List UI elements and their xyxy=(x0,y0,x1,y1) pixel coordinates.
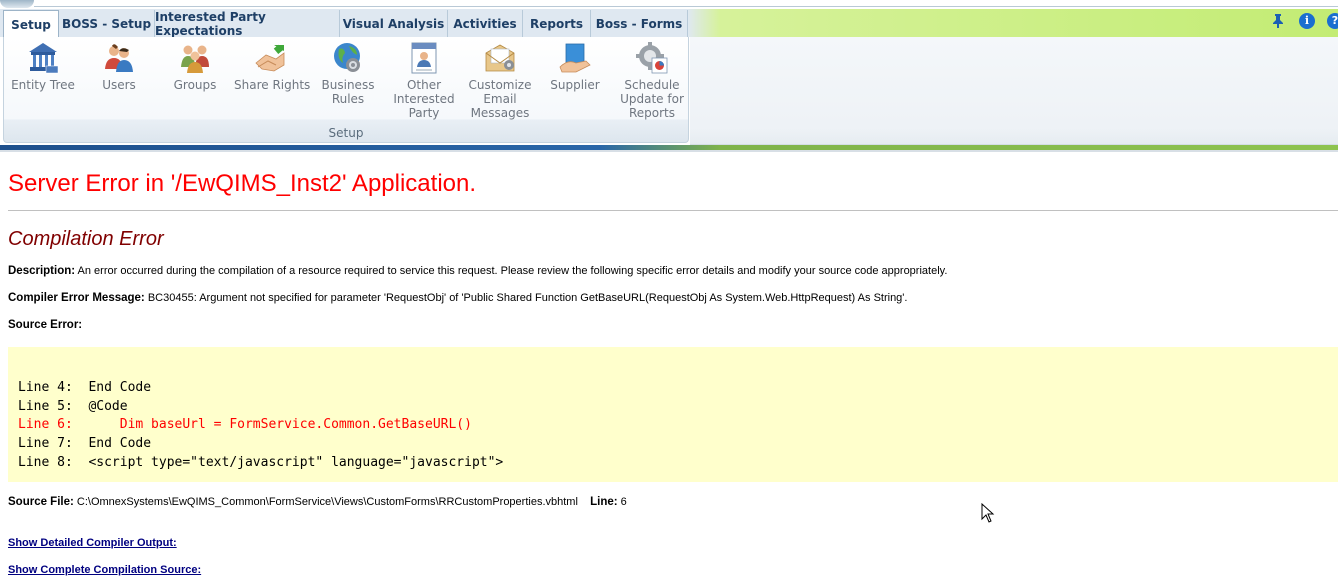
help-icon[interactable]: ? xyxy=(1327,13,1338,29)
info-icon[interactable]: i xyxy=(1299,13,1315,29)
supplier-button[interactable]: Supplier xyxy=(541,41,609,92)
groups-label: Groups xyxy=(173,78,217,92)
compiler-error-paragraph: Compiler Error Message: BC30455: Argumen… xyxy=(8,292,907,304)
ribbon-panel: Entity Tree Users Groups Share Rights Bu… xyxy=(0,37,1338,145)
error-subtitle: Compilation Error xyxy=(8,228,164,250)
error-title: Server Error in '/EwQIMS_Inst2' Applicat… xyxy=(8,170,477,197)
compiler-error-label: Compiler Error Message: xyxy=(8,292,145,304)
business-rules-label: Business Rules xyxy=(321,78,375,106)
top-divider xyxy=(34,6,1338,7)
supplier-label: Supplier xyxy=(550,78,600,92)
entity-tree-icon xyxy=(29,43,59,74)
line-value: 6 xyxy=(617,496,627,508)
source-error-label: Source Error: xyxy=(8,319,83,331)
business-rules-button[interactable]: Business Rules xyxy=(312,41,384,106)
schedule-update-for-reports-button[interactable]: Schedule Update for Reports xyxy=(615,41,689,120)
source-file-path: C:\OmnexSystems\EwQIMS_Common\FormServic… xyxy=(73,496,578,508)
error-title-rule xyxy=(8,210,1338,211)
customize-email-messages-label: Customize Email Messages xyxy=(468,78,532,120)
code-line-error: Line 6: Dim baseUrl = FormService.Common… xyxy=(18,417,472,432)
show-detailed-compiler-output-link[interactable]: Show Detailed Compiler Output: xyxy=(8,537,177,549)
source-file-paragraph: Source File: C:\OmnexSystems\EwQIMS_Comm… xyxy=(8,496,627,508)
tab-activities[interactable]: Activities xyxy=(448,10,523,37)
ribbon-empty-area xyxy=(690,37,1338,145)
code-line: Line 4: End Code xyxy=(18,380,152,395)
description-text: An error occurred during the compilation… xyxy=(75,265,948,277)
business-rules-icon xyxy=(334,43,360,72)
description-label: Description: xyxy=(8,265,76,277)
tab-setup[interactable]: Setup xyxy=(3,10,59,39)
share-rights-icon xyxy=(255,44,285,72)
source-error-paragraph: Source Error: xyxy=(8,319,82,331)
mouse-cursor-icon xyxy=(981,503,995,523)
code-line: Line 5: @Code xyxy=(18,399,128,414)
tab-interested-party-expectations[interactable]: Interested Party Expectations xyxy=(155,10,340,38)
show-complete-compilation-source-link[interactable]: Show Complete Compilation Source: xyxy=(8,564,201,576)
code-line: Line 8: <script type="text/javascript" l… xyxy=(18,455,504,470)
share-rights-label: Share Rights xyxy=(234,78,311,92)
other-party-icon xyxy=(411,42,437,74)
tab-visual-analysis[interactable]: Visual Analysis xyxy=(340,10,448,37)
email-icon xyxy=(485,44,515,72)
ribbon-group-setup: Entity Tree Users Groups Share Rights Bu… xyxy=(3,37,689,143)
app-logo xyxy=(0,0,34,8)
entity-tree-button[interactable]: Entity Tree xyxy=(8,41,78,92)
compiler-error-text: BC30455: Argument not specified for para… xyxy=(144,292,908,304)
supplier-icon xyxy=(559,43,591,73)
ribbon-group-label: Setup xyxy=(328,126,364,140)
share-rights-button[interactable]: Share Rights xyxy=(234,41,311,92)
users-button[interactable]: Users xyxy=(84,41,154,92)
ribbon-bottom-bar xyxy=(0,145,1338,152)
source-file-label: Source File: xyxy=(8,496,74,508)
other-interested-party-button[interactable]: Other Interested Party xyxy=(388,41,460,120)
description-paragraph: Description: An error occurred during th… xyxy=(8,265,947,277)
other-interested-party-label: Other Interested Party xyxy=(393,78,455,120)
customize-email-messages-button[interactable]: Customize Email Messages xyxy=(464,41,536,120)
schedule-icon xyxy=(636,42,668,74)
groups-icon xyxy=(181,45,209,73)
entity-tree-label: Entity Tree xyxy=(11,78,75,92)
code-line: Line 7: End Code xyxy=(18,436,152,451)
line-label: Line: xyxy=(590,496,618,508)
groups-button[interactable]: Groups xyxy=(160,41,230,92)
top-strip xyxy=(0,0,1338,9)
ribbon-tab-bar: Setup BOSS - Setup Interested Party Expe… xyxy=(0,9,1338,39)
users-label: Users xyxy=(102,78,136,92)
pin-icon[interactable] xyxy=(1270,13,1286,29)
tab-boss-forms[interactable]: Boss - Forms xyxy=(591,10,688,37)
ribbon-bottom-separator xyxy=(0,150,1338,152)
users-icon xyxy=(105,44,133,72)
schedule-update-for-reports-label: Schedule Update for Reports xyxy=(620,78,684,120)
tab-reports[interactable]: Reports xyxy=(523,10,591,37)
tab-boss-setup[interactable]: BOSS - Setup xyxy=(59,10,155,37)
